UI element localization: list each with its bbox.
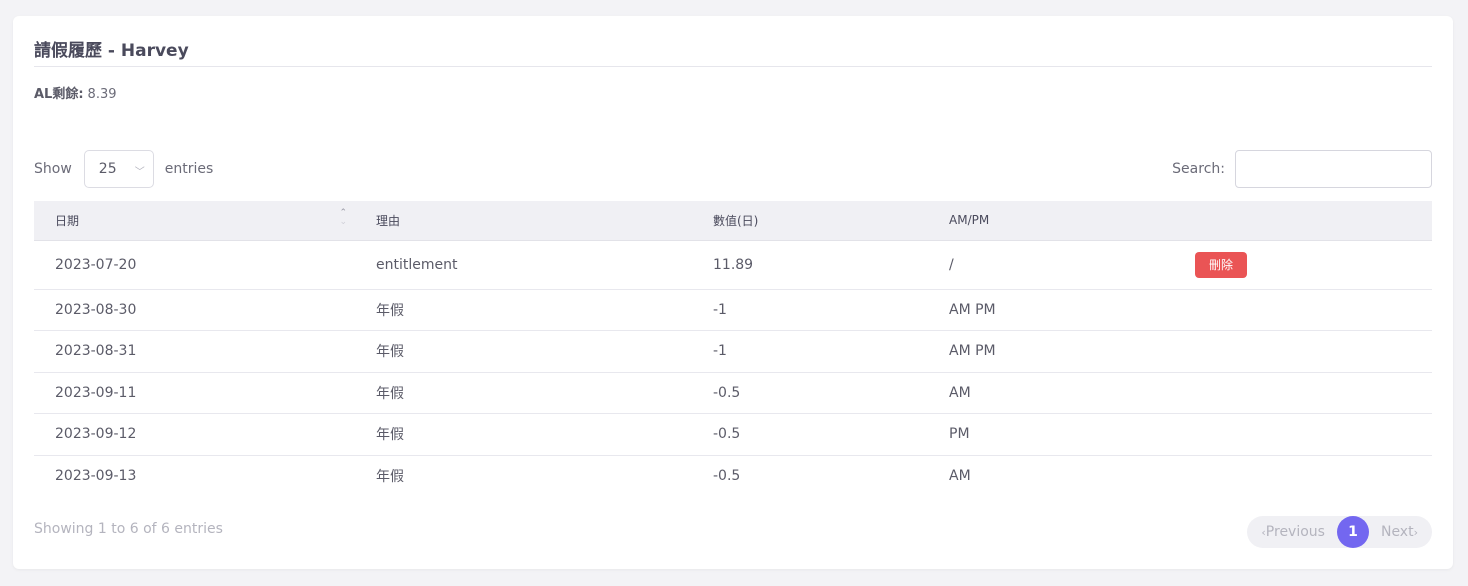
table-info: Showing 1 to 6 of 6 entries	[34, 521, 223, 537]
chevron-down-icon: ﹀	[134, 167, 145, 178]
cell-ampm: PM	[928, 413, 1174, 456]
table-header-row: 日期 ⌃ ⌄ 理由 數值(日) AM/PM	[34, 201, 1432, 241]
cell-date: 2023-08-30	[34, 289, 355, 331]
cell-action	[1174, 413, 1432, 456]
table-row: 2023-08-30 年假 -1 AM PM	[34, 289, 1432, 331]
search-input[interactable]	[1235, 150, 1432, 188]
entries-length-control: Show 25 ﹀ entries	[34, 150, 213, 188]
cell-action: 刪除	[1174, 240, 1432, 290]
cell-value: -0.5	[713, 468, 741, 484]
pagination: ‹Previous 1 Next›	[1247, 516, 1432, 548]
cell-ampm: /	[928, 240, 1174, 290]
cell-date: 2023-09-13	[55, 468, 137, 484]
chevron-right-icon: ›	[1413, 526, 1418, 539]
cell-reason: 年假	[355, 289, 692, 331]
search-control: Search:	[1172, 150, 1432, 188]
cell-action	[1174, 372, 1432, 414]
table-row: 2023-09-12 年假 -0.5 PM	[34, 413, 1432, 456]
cell-ampm: AM PM	[928, 289, 1174, 331]
table-row: 2023-08-31 年假 -1 AM PM	[34, 330, 1432, 373]
search-label: Search:	[1172, 161, 1225, 177]
cell-value: -1	[692, 330, 928, 373]
cell-date: 2023-09-12	[34, 413, 355, 456]
page-button-current[interactable]: 1	[1336, 516, 1369, 548]
cell-action	[1174, 455, 1432, 497]
cell-action	[1174, 330, 1432, 373]
column-header-reason[interactable]: 理由	[355, 201, 692, 241]
entries-per-page-select[interactable]: 25 ﹀	[83, 150, 154, 188]
page-title: 請假履歷 - Harvey	[34, 41, 189, 61]
show-label: Show	[34, 161, 72, 177]
table-row: 2023-09-13 年假 -0.5 AM	[34, 455, 1432, 497]
cell-reason: 年假	[355, 413, 692, 456]
leave-history-card: 請假履歷 - Harvey AL剩餘: 8.39 Show 25 ﹀ entrie…	[13, 16, 1453, 569]
next-page-button[interactable]: Next›	[1381, 524, 1418, 540]
cell-date: 2023-07-20	[34, 240, 355, 290]
entries-label: entries	[164, 161, 214, 177]
cell-value: -0.5	[692, 413, 928, 456]
delete-button[interactable]: 刪除	[1195, 251, 1248, 278]
column-header-value[interactable]: 數值(日)	[692, 201, 928, 241]
cell-ampm: AM PM	[928, 330, 1174, 373]
cell-value: 11.89	[692, 240, 928, 290]
entries-per-page-value: 25	[98, 161, 117, 177]
cell-value: -1	[692, 289, 928, 331]
sort-icon[interactable]: ⌃ ⌄	[339, 209, 347, 227]
column-header-action	[1174, 201, 1432, 241]
cell-ampm: AM	[928, 372, 1174, 414]
cell-reason: entitlement	[355, 240, 692, 290]
leave-history-table: 日期 ⌃ ⌄ 理由 數值(日) AM/PM 2023-07-20 entitlem…	[34, 201, 1432, 497]
cell-date: 2023-09-11	[34, 372, 355, 414]
column-header-date[interactable]: 日期 ⌃ ⌄	[34, 201, 355, 241]
cell-action	[1174, 289, 1432, 331]
al-balance-label: AL剩餘:	[34, 87, 84, 102]
cell-ampm: AM	[949, 468, 971, 484]
table-row: 2023-07-20 entitlement 11.89 / 刪除	[34, 240, 1432, 290]
al-balance: AL剩餘: 8.39	[34, 83, 117, 102]
previous-page-button[interactable]: ‹Previous	[1261, 524, 1325, 540]
cell-date: 2023-08-31	[34, 330, 355, 373]
table-row: 2023-09-11 年假 -0.5 AM	[34, 372, 1432, 414]
cell-value: -0.5	[692, 372, 928, 414]
cell-reason: 年假	[376, 469, 404, 485]
al-balance-value: 8.39	[87, 87, 117, 102]
title-divider	[34, 66, 1432, 67]
cell-reason: 年假	[355, 330, 692, 373]
cell-reason: 年假	[355, 372, 692, 414]
column-header-ampm[interactable]: AM/PM	[928, 201, 1174, 241]
